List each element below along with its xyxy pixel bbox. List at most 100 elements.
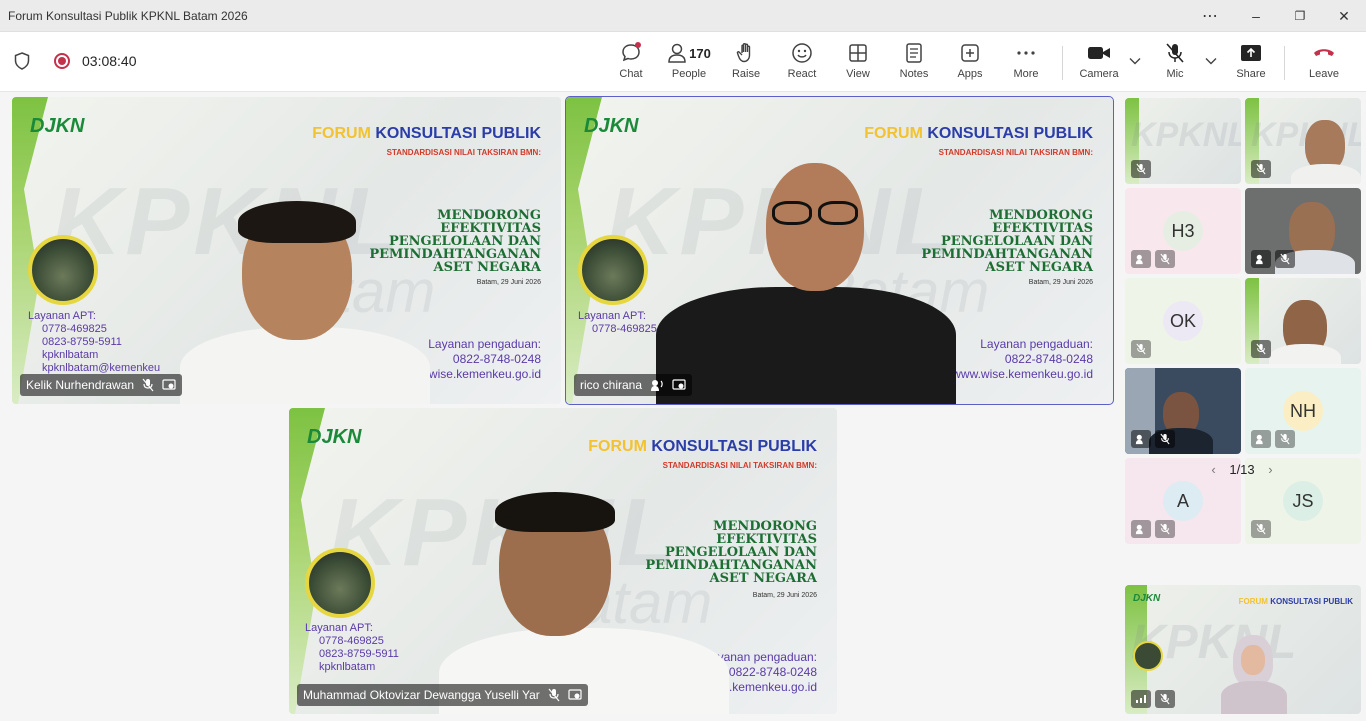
forum-title: FORUM KONSULTASI PUBLIK — [1238, 597, 1353, 606]
notes-button[interactable]: Notes — [898, 40, 930, 86]
office-photo-badge — [28, 235, 98, 305]
video-tile-muhammad[interactable]: KPKNL Batam DJKN FORUM KONSULTASI PUBLIK… — [289, 408, 837, 714]
gallery-tile[interactable]: KPKNL — [1125, 98, 1241, 184]
minimize-button[interactable]: – — [1234, 0, 1278, 32]
forum-title: FORUM KONSULTASI PUBLIK — [588, 438, 817, 455]
speaking-icon — [1131, 520, 1151, 538]
mic-off-icon — [1155, 520, 1175, 538]
forum-title: FORUM KONSULTASI PUBLIK — [312, 125, 541, 142]
leave-button[interactable]: Leave — [1308, 40, 1340, 86]
apt-contact: Layanan APT: 0778-469825 — [578, 310, 657, 335]
notes-label: Notes — [899, 68, 929, 80]
notes-icon — [905, 40, 923, 66]
mic-off-icon — [1131, 160, 1151, 178]
mic-off-icon — [1275, 250, 1295, 268]
react-label: React — [787, 68, 817, 80]
prev-page-chevron-icon[interactable]: ‹ — [1211, 462, 1215, 477]
screen-share-icon — [568, 689, 582, 701]
react-button[interactable]: React — [787, 40, 817, 86]
signal-bars-icon — [1131, 690, 1151, 708]
camera-options-chevron-icon[interactable] — [1129, 56, 1141, 68]
participant-nametag: Kelik Nurhendrawan — [20, 374, 183, 396]
mic-button[interactable]: Mic — [1162, 40, 1188, 86]
mic-off-icon — [1155, 690, 1175, 708]
view-button[interactable]: View — [843, 40, 873, 86]
mic-off-icon — [1131, 340, 1151, 358]
mic-off-icon — [1275, 430, 1295, 448]
view-label: View — [846, 68, 870, 80]
camera-button[interactable]: Camera — [1078, 40, 1120, 86]
meeting-status: 03:08:40 — [14, 52, 137, 70]
slide-date: Batam, 29 Juni 2026 — [476, 279, 541, 286]
apps-icon — [960, 40, 980, 66]
grid-icon — [848, 40, 868, 66]
mic-options-chevron-icon[interactable] — [1205, 56, 1217, 68]
camera-label: Camera — [1079, 68, 1119, 80]
people-label: People — [671, 68, 707, 80]
page-indicator: 1/13 — [1229, 462, 1255, 477]
slide-date: Batam, 29 Juni 2026 — [752, 592, 817, 599]
shield-icon[interactable] — [14, 52, 30, 70]
gallery-tile[interactable]: KPKNL — [1245, 98, 1361, 184]
djkn-logo: DJKN — [30, 115, 85, 137]
camera-icon — [1087, 40, 1111, 66]
gallery-tile[interactable]: OK — [1125, 278, 1241, 364]
gallery-tile[interactable]: NH — [1245, 368, 1361, 454]
share-icon — [1240, 40, 1262, 66]
maximize-button[interactable]: ❐ — [1278, 0, 1322, 32]
speaking-icon — [650, 378, 664, 392]
next-page-chevron-icon[interactable]: › — [1268, 462, 1272, 477]
chat-icon — [620, 40, 642, 66]
close-button[interactable]: ✕ — [1322, 0, 1366, 32]
participant-name: Muhammad Oktovizar Dewangga Yuselli Yar — [303, 688, 540, 702]
office-photo-badge — [305, 548, 375, 618]
participant-name: rico chirana — [580, 378, 643, 392]
mic-off-icon — [1155, 430, 1175, 448]
video-tile-kelik[interactable]: KPKNL Batam DJKN FORUM KONSULTASI PUBLIK… — [12, 97, 561, 404]
gallery-tile[interactable] — [1245, 278, 1361, 364]
apps-button[interactable]: Apps — [955, 40, 985, 86]
gallery-tile[interactable] — [1125, 368, 1241, 454]
apt-contact: Layanan APT: 0778-469825 0823-8759-5911 … — [305, 622, 399, 673]
smiley-icon — [791, 40, 813, 66]
complaint-contact: Layanan pengaduan: 0822-8748-0248 www.wi… — [952, 337, 1093, 381]
participant-nametag: rico chirana — [574, 374, 693, 396]
raise-hand-button[interactable]: Raise — [731, 40, 761, 86]
window-more-button[interactable]: ⋯ — [1188, 0, 1232, 32]
window-titlebar: Forum Konsultasi Publik KPKNL Batam 2026… — [0, 0, 1366, 32]
self-view-tile[interactable]: KPKNL DJKN FORUM KONSULTASI PUBLIK — [1125, 585, 1361, 714]
slide-date: Batam, 29 Juni 2026 — [1028, 279, 1093, 286]
mic-off-icon — [1164, 40, 1186, 66]
meeting-timer: 03:08:40 — [82, 53, 137, 69]
video-tile-rico[interactable]: KPKNL Batam DJKN FORUM KONSULTASI PUBLIK… — [565, 96, 1114, 405]
people-icon: 170 — [667, 40, 711, 66]
recording-icon — [54, 53, 70, 69]
people-button[interactable]: 170 People — [666, 40, 712, 86]
slide-heading: MENDORONG EFEKTIVITAS PENGELOLAAN DAN PEMIN… — [921, 208, 1093, 275]
more-label: More — [1013, 68, 1039, 80]
meeting-toolbar: 03:08:40 Chat 170 People Raise React Vie… — [0, 32, 1366, 92]
forum-title: FORUM KONSULTASI PUBLIK — [864, 125, 1093, 142]
screen-share-icon — [162, 379, 176, 391]
more-button[interactable]: More — [1011, 40, 1041, 86]
gallery-tile[interactable]: H3 — [1125, 188, 1241, 274]
chat-label: Chat — [619, 68, 643, 80]
toolbar-divider — [1284, 46, 1285, 80]
window-title: Forum Konsultasi Publik KPKNL Batam 2026 — [8, 9, 248, 23]
hand-icon — [736, 40, 756, 66]
mic-off-icon — [1251, 340, 1271, 358]
apps-label: Apps — [957, 68, 983, 80]
slide-heading: MENDORONG EFEKTIVITAS PENGELOLAAN DAN PEMIN… — [645, 519, 817, 586]
slide-subtitle: STANDARDISASI NILAI TAKSIRAN BMN: — [386, 148, 541, 157]
gallery-tile[interactable] — [1245, 188, 1361, 274]
people-count: 170 — [689, 45, 711, 61]
slide-subtitle: STANDARDISASI NILAI TAKSIRAN BMN: — [938, 148, 1093, 157]
slide-heading: MENDORONG EFEKTIVITAS PENGELOLAAN DAN PEMIN… — [369, 208, 541, 275]
avatar: H3 — [1163, 211, 1203, 251]
share-button[interactable]: Share — [1236, 40, 1266, 86]
djkn-logo: DJKN — [1133, 593, 1161, 604]
mic-off-icon — [1155, 250, 1175, 268]
mic-label: Mic — [1166, 68, 1184, 80]
avatar: NH — [1283, 391, 1323, 431]
chat-button[interactable]: Chat — [617, 40, 645, 86]
